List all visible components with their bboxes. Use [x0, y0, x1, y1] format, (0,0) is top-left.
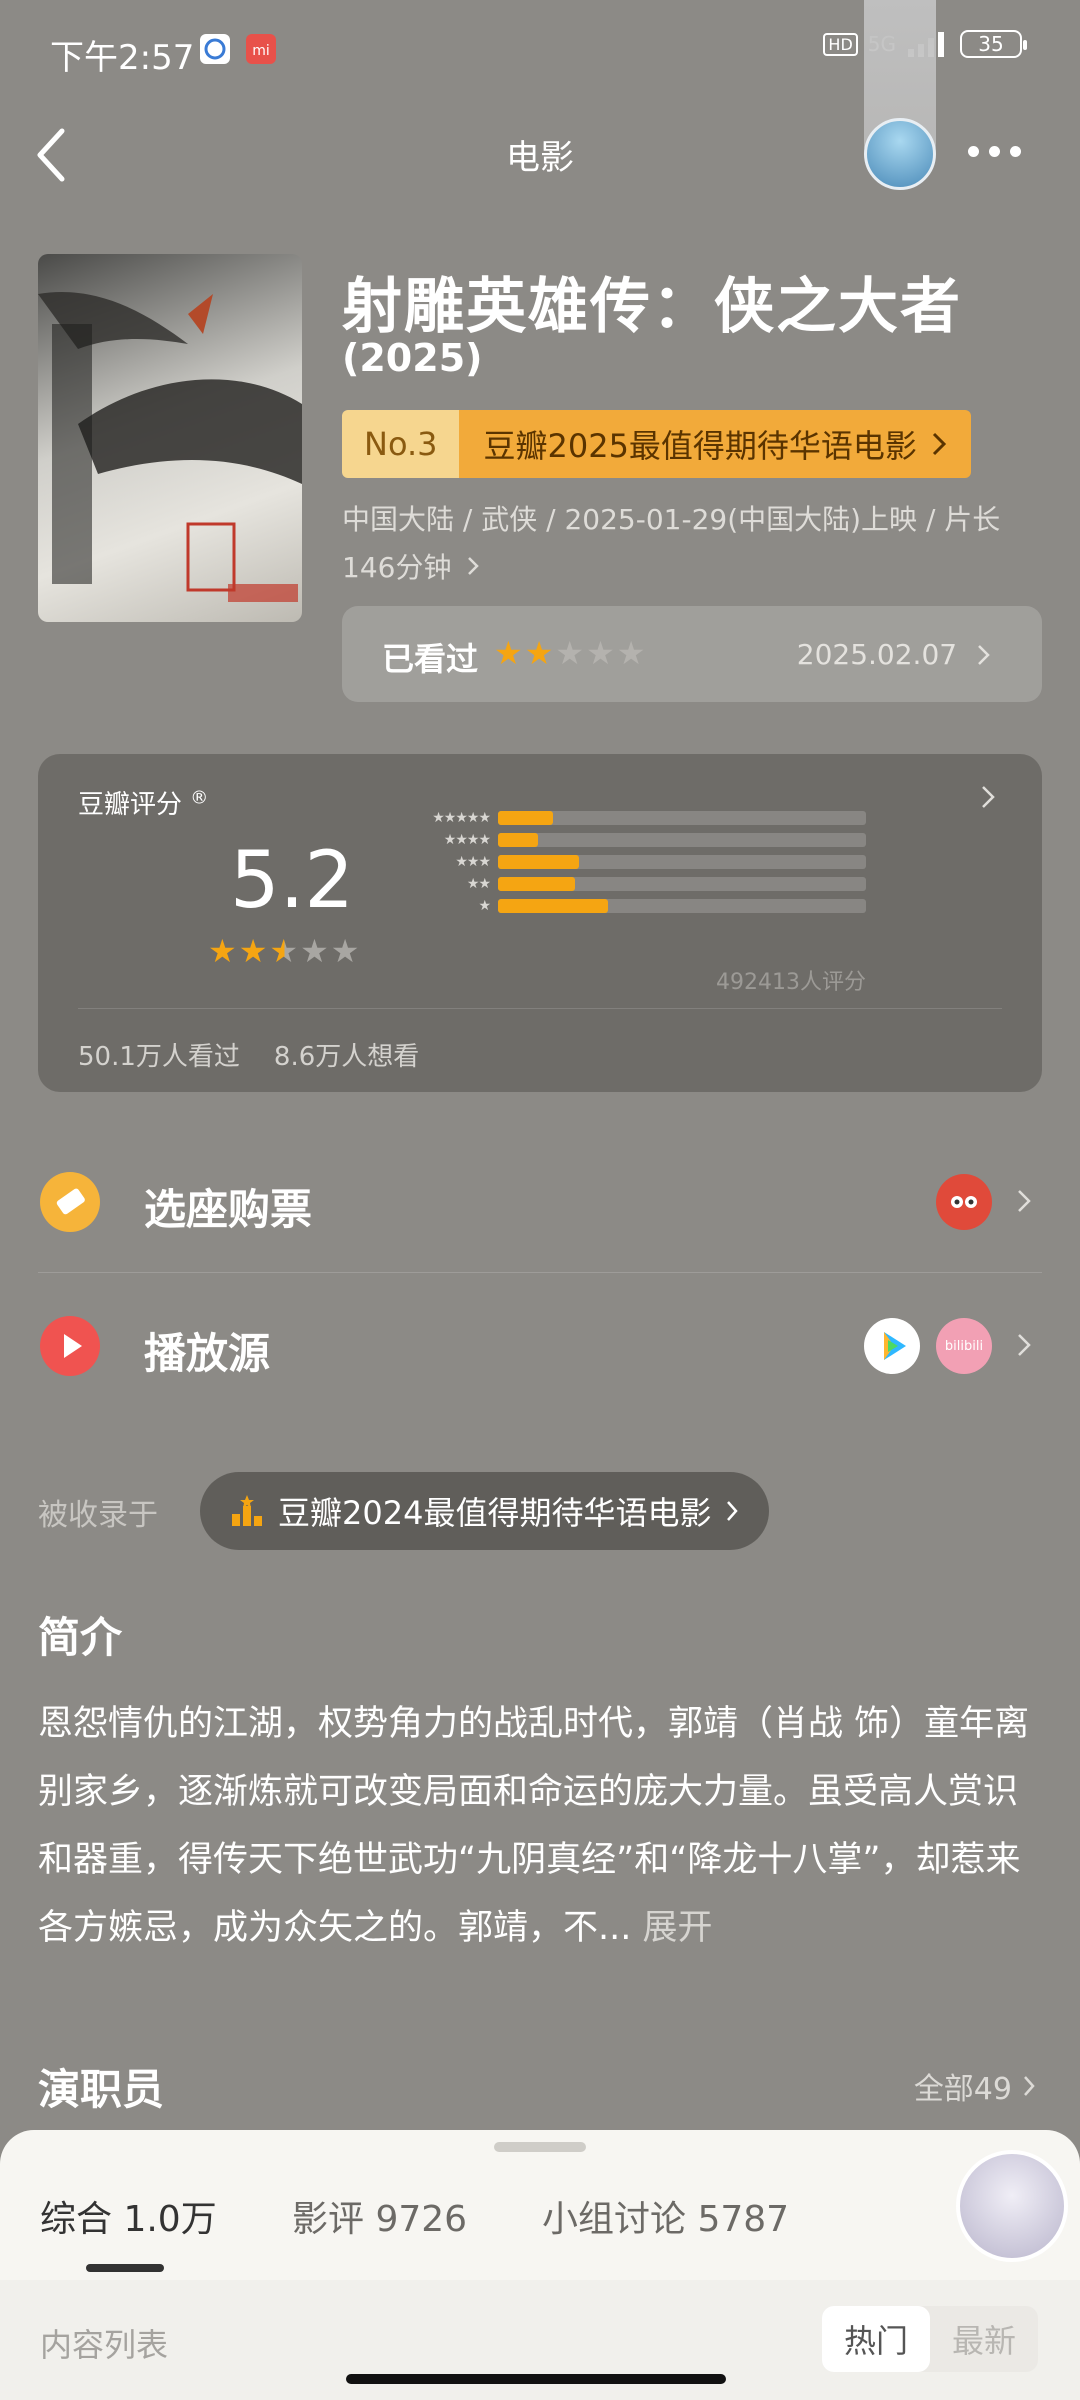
chevron-right-icon: [982, 786, 995, 808]
chevron-right-icon: [932, 432, 947, 456]
want-count: 8.6万人想看: [273, 1042, 420, 1072]
tab-group-discussion[interactable]: 小组讨论 5787: [542, 2190, 789, 2242]
user-avatar[interactable]: [864, 118, 936, 190]
hd-badge: HD: [823, 32, 858, 56]
bilibili-logo-text: bilibili: [944, 1338, 984, 1354]
movie-meta-text: 中国大陆 / 武侠 / 2025-01-29(中国大陆)上映 / 片长146分钟: [342, 503, 1001, 584]
rating-distribution-row: ★★★: [398, 850, 866, 874]
rating-distribution-row: ★★: [398, 872, 866, 896]
battery-level: 35: [978, 32, 1004, 56]
rank-list-link: 豆瓣2025最值得期待华语电影: [459, 410, 971, 478]
chevron-right-icon: [727, 1501, 739, 1521]
discussion-sheet[interactable]: 综合 1.0万 影评 9726 小组讨论 5787 内容列表 热门 最新: [0, 2130, 1080, 2400]
collected-label: 被收录于: [38, 1498, 158, 1533]
svg-text:mi: mi: [252, 43, 270, 59]
rating-label: 豆瓣评分 ®: [78, 784, 208, 821]
sort-new-button[interactable]: 最新: [930, 2306, 1038, 2372]
distribution-stars: ★★: [466, 876, 491, 892]
buy-tickets-label: 选座购票: [144, 1185, 313, 1234]
distribution-track: [498, 811, 866, 825]
cast-all-link[interactable]: 全部49: [914, 2064, 1036, 2108]
active-tab-indicator: [86, 2264, 164, 2272]
distribution-stars: ★: [478, 898, 491, 914]
tab-reviews[interactable]: 影评 9726: [292, 2190, 467, 2242]
distribution-track: [498, 877, 866, 891]
distribution-bar: [498, 899, 609, 913]
rating-stars: ★★★★★: [208, 932, 362, 970]
play-source-row[interactable]: 播放源 bilibili: [38, 1276, 1042, 1416]
cast-all-label: 全部49: [913, 2072, 1012, 2107]
rank-badge[interactable]: No.3 豆瓣2025最值得期待华语电影: [342, 410, 971, 478]
expand-link[interactable]: 展开: [643, 1908, 713, 1948]
watched-count: 50.1万人看过: [78, 1042, 240, 1072]
chevron-right-icon: [1018, 1190, 1031, 1212]
mi-app-icon: mi: [246, 34, 276, 64]
movie-meta[interactable]: 中国大陆 / 武侠 / 2025-01-29(中国大陆)上映 / 片长146分钟: [342, 496, 1042, 592]
douban-rating-card[interactable]: 豆瓣评分 ® 5.2 ★★★★★ ★★★★★ ★★★★ ★★★ ★★ ★ 492413人…: [38, 754, 1042, 1092]
chevron-right-icon: [1024, 2076, 1035, 2096]
distribution-bar: [498, 855, 579, 869]
movie-poster[interactable]: [38, 254, 302, 622]
floating-avatar[interactable]: [956, 2150, 1068, 2262]
rating-distribution-row: ★★★★: [398, 828, 866, 852]
play-source-label: 播放源: [144, 1329, 271, 1378]
rating-distribution-row: ★★★★★: [398, 806, 866, 830]
distribution-bar: [498, 811, 554, 825]
chevron-right-icon: [978, 645, 990, 665]
distribution-track: [498, 855, 866, 869]
home-indicator[interactable]: [346, 2374, 726, 2384]
watched-label: 已看过: [382, 640, 479, 678]
maoyan-icon: [936, 1174, 992, 1230]
rating-count: 492413人评分: [716, 970, 866, 995]
my-rating-box[interactable]: 已看过 ★★★★★ 2025.02.07: [342, 606, 1042, 702]
rating-score: 5.2: [230, 836, 355, 926]
distribution-stars: ★★★★★: [432, 810, 491, 826]
rating-label-text: 豆瓣评分: [78, 790, 183, 820]
distribution-bar: [498, 877, 576, 891]
chevron-right-icon: [1018, 1334, 1031, 1356]
distribution-stars: ★★★★: [443, 832, 491, 848]
distribution-stars: ★★★: [455, 854, 491, 870]
collection-chip-label: 豆瓣2024最值得期待华语电影: [278, 1494, 712, 1532]
registered-mark: ®: [190, 787, 209, 809]
row-divider: [38, 1272, 1042, 1273]
rank-list-title: 豆瓣2025最值得期待华语电影: [483, 427, 917, 465]
cast-title: 演职员: [38, 2065, 165, 2114]
content-list-label: 内容列表: [40, 2326, 169, 2364]
watched-date: 2025.02.07: [797, 638, 992, 671]
bilibili-icon: bilibili: [936, 1318, 992, 1374]
synopsis-body: 恩怨情仇的江湖，权势角力的战乱时代，郭靖（肖战 饰）童年离别家乡，逐渐炼就可改变…: [38, 1704, 1030, 1948]
status-time: 下午2:57: [50, 38, 195, 78]
more-options-icon[interactable]: [968, 146, 1021, 157]
sort-hot-button[interactable]: 热门: [821, 2306, 930, 2372]
collection-chip[interactable]: 豆瓣2024最值得期待华语电影: [200, 1472, 770, 1550]
battery-icon: 35: [960, 30, 1027, 58]
rank-number: No.3: [342, 410, 460, 478]
movie-year: (2025): [342, 336, 483, 380]
synopsis-text[interactable]: 恩怨情仇的江湖，权势角力的战乱时代，郭靖（肖战 饰）童年离别家乡，逐渐炼就可改变…: [38, 1690, 1048, 1962]
my-rating-stars: ★★★★★: [494, 634, 648, 672]
chevron-right-icon: [468, 557, 480, 575]
tab-overview[interactable]: 综合 1.0万: [40, 2190, 217, 2242]
movie-title: 射雕英雄传：侠之大者: [342, 272, 962, 342]
distribution-track: [498, 899, 866, 913]
sheet-drag-handle[interactable]: [494, 2142, 586, 2152]
poster-artwork: [38, 292, 302, 602]
watched-date-text: 2025.02.07: [796, 638, 958, 671]
trophy-icon: [232, 1495, 262, 1526]
buy-tickets-row[interactable]: 选座购票: [38, 1132, 1042, 1272]
rating-divider: [78, 1008, 1002, 1009]
rating-distribution-row: ★: [398, 894, 866, 918]
synopsis-title: 简介: [38, 1613, 123, 1662]
baidu-app-icon: [200, 34, 230, 64]
ticket-icon: [40, 1172, 100, 1232]
tencent-video-icon: [864, 1318, 920, 1374]
rating-footer: 50.1万人看过 8.6万人想看: [78, 1036, 419, 1073]
distribution-track: [498, 833, 866, 847]
play-icon: [40, 1316, 100, 1376]
sort-toggle: 热门 最新: [821, 2306, 1038, 2372]
distribution-bar: [498, 833, 539, 847]
